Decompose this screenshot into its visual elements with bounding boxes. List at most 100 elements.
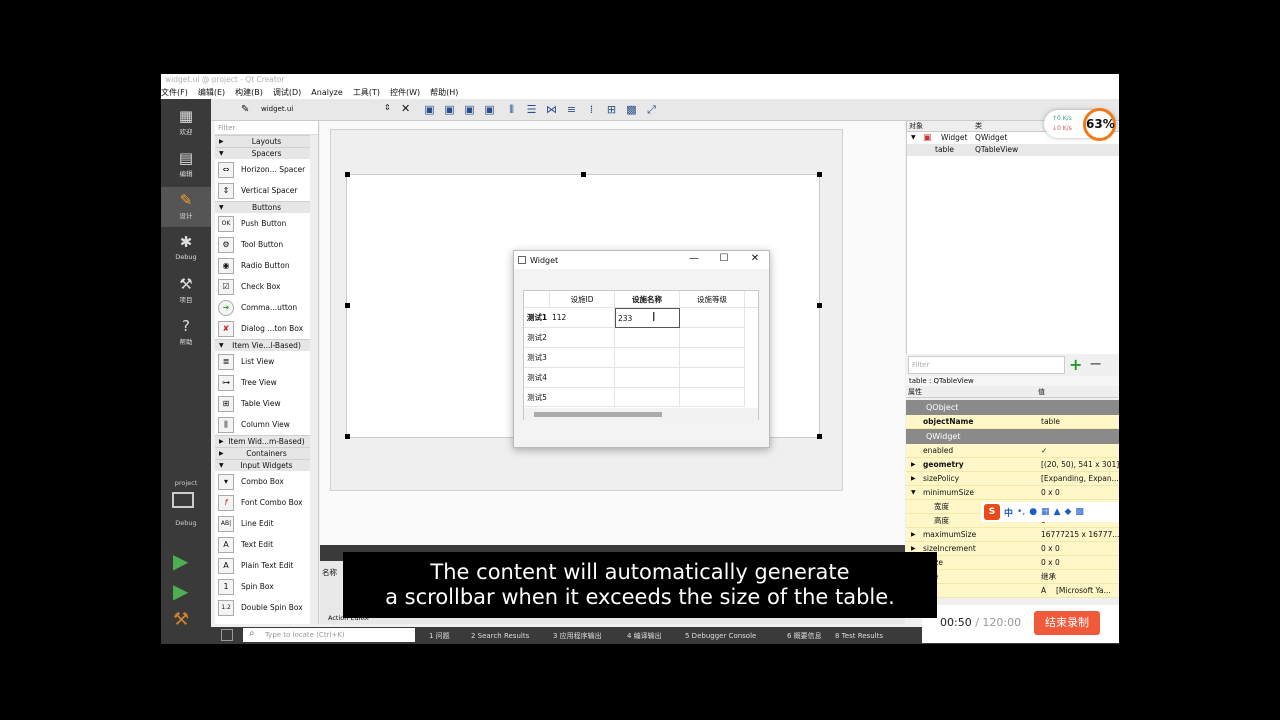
table-view[interactable]: 设施ID 设施名称 设施等级 测试1 112 233 I 测试2 测试3 测试4… [523,290,759,420]
output-tab-issues[interactable]: 1 问题 [429,629,450,643]
category-spacers[interactable]: ▼ Spacers [215,147,318,159]
table-cell[interactable] [680,308,745,328]
prop-minimumsize[interactable]: ▼ minimumSize 0 x 0 [906,486,1119,500]
checkbox[interactable]: ✓ [1041,444,1047,458]
edit-widgets-icon[interactable]: ▣ [423,103,436,116]
menu-help[interactable]: 帮助(H) [430,87,458,98]
table-cell[interactable] [615,368,680,388]
widget-box-scrollbar[interactable] [310,135,318,624]
resize-handle[interactable] [345,303,350,308]
widget-item-radio-button[interactable]: ◉ Radio Button [215,255,318,276]
prop-value[interactable]: 0 x 0 [1041,486,1060,500]
game-icon[interactable]: ◆ [1064,507,1071,517]
column-header[interactable]: 设施ID [550,291,615,308]
widget-item-column-view[interactable]: ⫼ Column View [215,414,318,435]
keyboard-icon[interactable]: ▦ [1041,507,1050,517]
table-cell[interactable] [615,328,680,348]
widget-item-tool-button[interactable]: ⚙ Tool Button [215,234,318,255]
widget-item-vertical-spacer[interactable]: ⇕ Vertical Spacer [215,180,318,201]
column-header[interactable]: 设施等级 [680,291,745,308]
table-cell[interactable] [550,328,615,348]
close-icon[interactable]: ✕ [401,102,410,115]
skin-icon[interactable]: ▲ [1054,507,1061,517]
close-icon[interactable]: ✕ [747,253,763,264]
table-cell[interactable] [680,328,745,348]
table-cell[interactable] [550,348,615,368]
corner-button[interactable] [524,291,550,308]
widget-filter-input[interactable]: Filter [215,121,318,135]
category-item-widgets[interactable]: ▶ Item Wid...m-Based) [215,435,318,447]
prop-sizeincrement[interactable]: ▶ sizeIncrement 0 x 0 [906,542,1119,556]
horizontal-scrollbar[interactable] [524,408,758,420]
section-qwidget[interactable]: QWidget [906,429,1119,444]
output-tab-compile[interactable]: 4 编译输出 [627,629,662,643]
output-tab-search[interactable]: 2 Search Results [471,629,529,643]
mode-help[interactable]: ? 帮助 [161,313,211,353]
widget-item-font-combo-box[interactable]: f Font Combo Box [215,492,318,513]
widget-item-horizontal-spacer[interactable]: ⇔ Horizon... Spacer [215,159,318,180]
stop-recording-button[interactable]: 结束录制 [1034,611,1100,635]
property-filter-input[interactable]: Filter [908,356,1065,374]
prop-basesize[interactable]: eSize0 x 0 [906,556,1119,570]
widget-item-combo-box[interactable]: ▾ Combo Box [215,471,318,492]
widget-item-push-button[interactable]: OK Push Button [215,213,318,234]
table-cell-editing[interactable]: 233 [615,308,680,328]
widget-item-line-edit[interactable]: AB| Line Edit [215,513,318,534]
layout-splitter-h-icon[interactable]: ⋈ [545,103,558,116]
layout-splitter-v-icon[interactable]: ≡ [565,103,578,116]
menu-debug[interactable]: 调试(D) [273,87,301,98]
scrollbar-thumb[interactable] [534,412,662,417]
file-switch-icon[interactable]: ⇕ [384,103,391,112]
prop-value[interactable]: [Expanding, Expan... [1041,472,1119,486]
monitor-icon[interactable] [172,492,194,508]
resize-handle[interactable] [817,172,822,177]
output-tab-app-output[interactable]: 3 应用程序输出 [553,629,602,643]
prop-value[interactable]: 16777215 x 16777... [1041,528,1119,542]
menu-controls[interactable]: 控件(W) [390,87,420,98]
prop-value[interactable]: 0 x 0 [1041,556,1060,570]
punctuation-icon[interactable]: •, [1017,507,1025,517]
prop-value[interactable]: table [1041,415,1060,429]
toolbox-icon[interactable]: ▩ [1075,507,1084,517]
mode-debug[interactable]: ✱ Debug [161,229,211,269]
table-cell[interactable] [680,368,745,388]
widget-item-command-link[interactable]: ➜ Comma...utton [215,297,318,318]
widget-item-double-spin-box[interactable]: 1.2 Double Spin Box [215,597,318,618]
run-icon[interactable]: ▶ [173,549,188,573]
menu-file[interactable]: 文件(F) [161,87,188,98]
output-tab-debugger[interactable]: 5 Debugger Console [685,629,756,643]
build-hammer-icon[interactable]: ⚒ [173,609,189,630]
menu-tools[interactable]: 工具(T) [353,87,380,98]
category-item-views[interactable]: ▼ Item Vie...l-Based) [215,339,318,351]
prop-enabled[interactable]: enabled ✓ [906,444,1119,458]
resize-handle[interactable] [345,434,350,439]
edit-buddies-icon[interactable]: ▣ [463,103,476,116]
widget-item-plain-text-edit[interactable]: A Plain Text Edit [215,555,318,576]
prop-geometry[interactable]: ▶ geometry [(20, 50), 541 x 301] [906,458,1119,472]
prop-font[interactable]: A [Microsoft Ya... [906,584,1119,598]
output-tab-overview[interactable]: 6 概要信息 [787,629,822,643]
category-layouts[interactable]: ▶ Layouts [215,135,318,147]
prop-palette[interactable]: ette继承 [906,570,1119,584]
minimize-icon[interactable]: — [686,253,702,264]
sidebar-toggle-icon[interactable] [221,629,233,641]
category-buttons[interactable]: ▼ Buttons [215,201,318,213]
widget-item-list-view[interactable]: ≣ List View [215,351,318,372]
ime-mode-icon[interactable]: 中 [1004,506,1013,519]
menu-analyze[interactable]: Analyze [311,88,343,97]
edit-signals-icon[interactable]: ▣ [443,103,456,116]
prop-value[interactable]: 继承 [1041,570,1056,584]
adjust-size-icon[interactable]: ⤢ [645,103,658,116]
resize-handle[interactable] [817,434,822,439]
table-cell[interactable] [680,388,745,407]
mode-welcome[interactable]: ▦ 欢迎 [161,103,211,143]
category-input-widgets[interactable]: ▼ Input Widgets [215,459,318,471]
widget-item-tree-view[interactable]: ⊶ Tree View [215,372,318,393]
row-header[interactable]: 测试2 [524,328,550,348]
widget-item-table-view[interactable]: ⊞ Table View [215,393,318,414]
add-icon[interactable]: + [1069,355,1082,374]
prop-value[interactable]: 0 x 0 [1041,542,1060,556]
table-cell[interactable]: 112 [550,308,615,328]
widget-item-dialog-button-box[interactable]: ✘ Dialog ...ton Box [215,318,318,339]
table-cell[interactable] [680,348,745,368]
